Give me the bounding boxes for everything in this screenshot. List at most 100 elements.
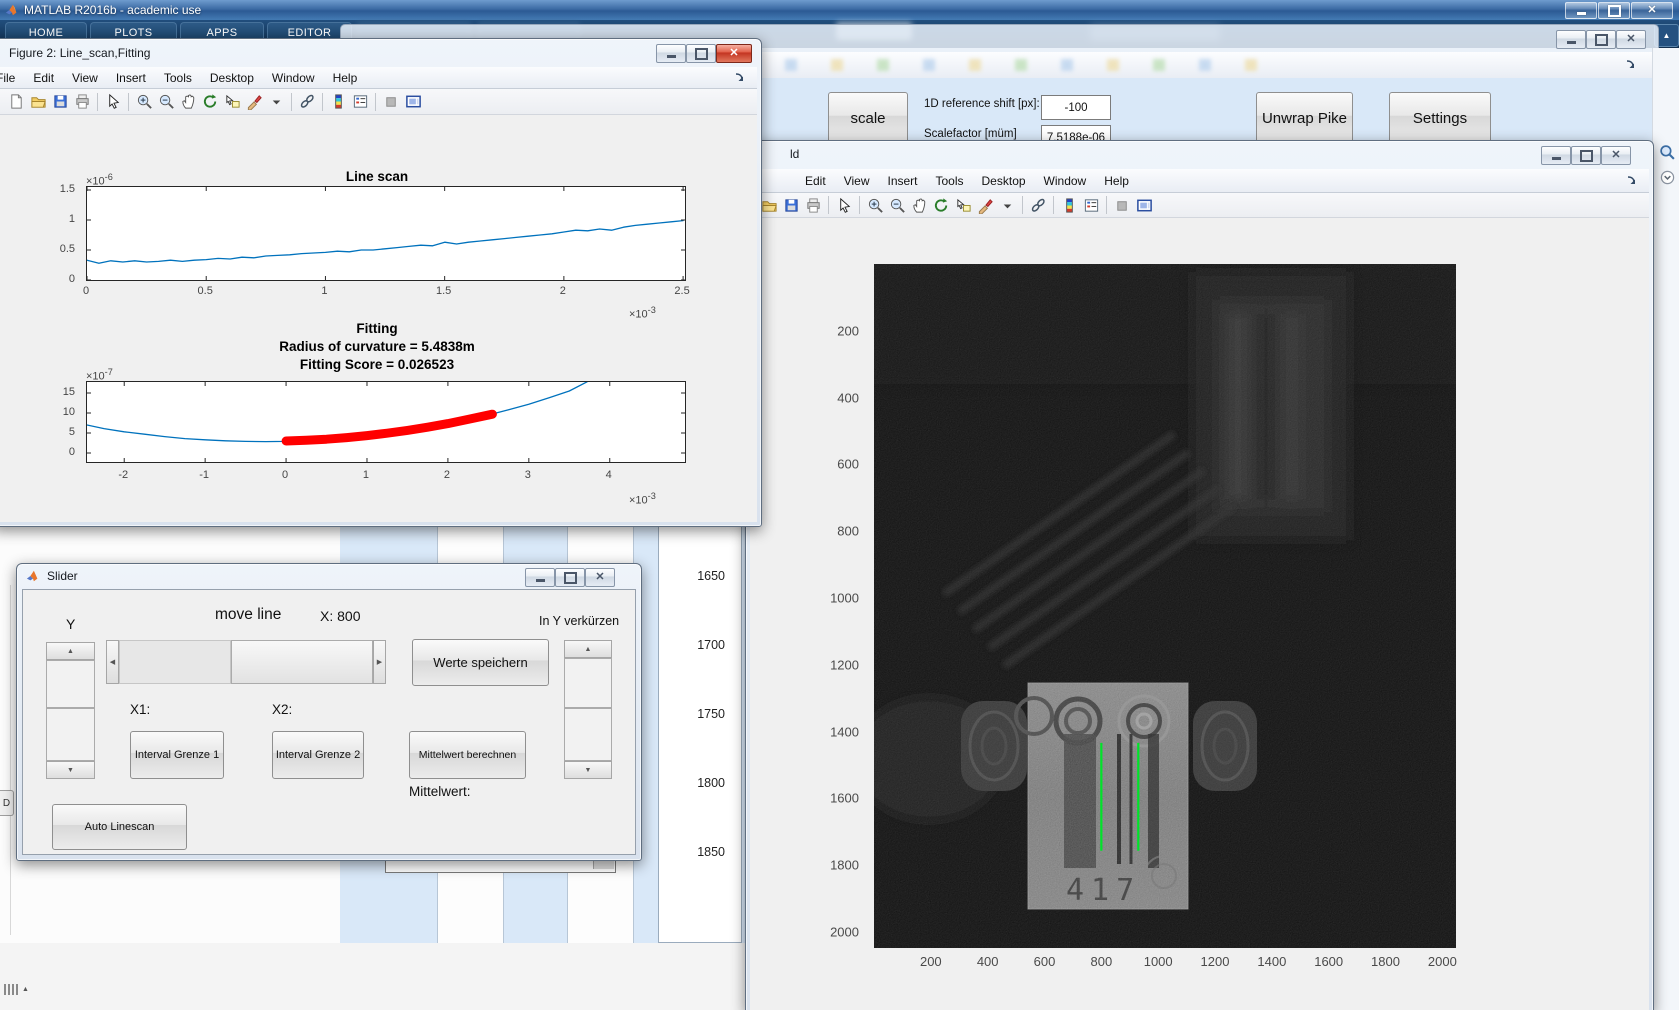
- restore-button[interactable]: [1571, 146, 1601, 165]
- plot-tools-show-icon[interactable]: [402, 92, 424, 112]
- phase-image[interactable]: 417: [874, 264, 1456, 948]
- statusbar-grip[interactable]: ▲: [4, 983, 29, 996]
- figure2-window: Figure 2: Line_scan,Fitting ✕ FileEditVi…: [0, 38, 762, 527]
- slider-down-button[interactable]: ▼: [564, 761, 612, 779]
- restore-button[interactable]: [1586, 30, 1616, 49]
- menu-item[interactable]: Edit: [796, 174, 835, 188]
- print-figure-icon[interactable]: [71, 92, 93, 112]
- move-line-slider[interactable]: ◀ ▶: [106, 640, 388, 684]
- calc-mean-button[interactable]: Mittelwert berechnen: [409, 731, 526, 779]
- y-slider-right[interactable]: ▲ ▼: [564, 640, 612, 779]
- open-file-icon[interactable]: [27, 92, 49, 112]
- close-button[interactable]: ✕: [1616, 30, 1646, 49]
- menu-item[interactable]: Tools: [927, 174, 973, 188]
- search-icon[interactable]: [1659, 144, 1676, 161]
- ref-shift-field[interactable]: -100: [1041, 95, 1111, 120]
- menu-item[interactable]: Window: [1035, 174, 1096, 188]
- close-button[interactable]: ✕: [716, 44, 752, 63]
- link-plots-icon[interactable]: [1027, 195, 1049, 215]
- menu-item[interactable]: File: [0, 71, 24, 85]
- interval-limit1-button[interactable]: Interval Grenze 1: [130, 731, 224, 779]
- pointer-icon[interactable]: [102, 92, 124, 112]
- menu-item[interactable]: View: [63, 71, 107, 85]
- save-values-button[interactable]: Werte speichern: [412, 639, 549, 686]
- slider-thumb[interactable]: [231, 640, 373, 684]
- menu-item[interactable]: Window: [263, 71, 324, 85]
- pointer-icon[interactable]: [833, 195, 855, 215]
- minimize-button[interactable]: [525, 568, 555, 587]
- menu-item[interactable]: Help: [324, 71, 367, 85]
- pan-hand-icon[interactable]: [908, 195, 930, 215]
- interval-limit2-button[interactable]: Interval Grenze 2: [272, 731, 364, 779]
- fitting-plot[interactable]: Fitting Radius of curvature = 5.4838m Fi…: [0, 115, 757, 522]
- brush-data-icon[interactable]: [974, 195, 996, 215]
- close-button[interactable]: ✕: [585, 568, 615, 587]
- menu-item[interactable]: Desktop: [201, 71, 263, 85]
- minimize-button[interactable]: [1556, 30, 1586, 49]
- slider-track[interactable]: [119, 640, 231, 684]
- zoom-out-icon[interactable]: [155, 92, 177, 112]
- dock-arrow-icon[interactable]: [734, 72, 745, 83]
- data-cursor-icon[interactable]: [221, 92, 243, 112]
- new-figure-icon[interactable]: [5, 92, 27, 112]
- dropdown-arrow-icon[interactable]: [996, 195, 1018, 215]
- circled-chevron-down-icon[interactable]: [1660, 170, 1675, 185]
- menu-item[interactable]: View: [835, 174, 879, 188]
- slider-track[interactable]: [46, 708, 95, 761]
- settings-button[interactable]: Settings: [1389, 92, 1491, 144]
- restore-button[interactable]: [1598, 2, 1630, 19]
- scale-button[interactable]: scale: [828, 92, 908, 144]
- slider-right-button[interactable]: ▶: [373, 640, 386, 684]
- save-figure-icon[interactable]: [780, 195, 802, 215]
- zoom-in-icon[interactable]: [133, 92, 155, 112]
- menu-item[interactable]: Insert: [107, 71, 155, 85]
- insert-legend-icon[interactable]: [1080, 195, 1102, 215]
- x-tick-label: 4: [605, 469, 612, 481]
- dock-arrow-icon[interactable]: [1625, 59, 1636, 70]
- unwrap-pike-button[interactable]: Unwrap Pike: [1256, 92, 1353, 144]
- dock-arrow-icon[interactable]: [1626, 175, 1637, 186]
- insert-colorbar-icon[interactable]: [327, 92, 349, 112]
- print-figure-icon[interactable]: [802, 195, 824, 215]
- slider-up-button[interactable]: ▲: [564, 640, 612, 658]
- rotate-3d-icon[interactable]: [930, 195, 952, 215]
- menu-item[interactable]: Desktop: [973, 174, 1035, 188]
- plot-tools-show-icon[interactable]: [1133, 195, 1155, 215]
- zoom-in-icon[interactable]: [864, 195, 886, 215]
- slider-track[interactable]: [564, 708, 612, 761]
- rotate-3d-icon[interactable]: [199, 92, 221, 112]
- zoom-out-icon[interactable]: [886, 195, 908, 215]
- y-tick-label: 1600: [830, 790, 859, 806]
- insert-legend-icon[interactable]: [349, 92, 371, 112]
- auto-linescan-button[interactable]: Auto Linescan: [52, 804, 187, 850]
- save-figure-icon[interactable]: [49, 92, 71, 112]
- figure-right-window-controls: ✕: [1541, 146, 1631, 165]
- slider-up-button[interactable]: ▲: [46, 642, 95, 660]
- restore-button[interactable]: [555, 568, 585, 587]
- plot-tools-hide-icon[interactable]: [1111, 195, 1133, 215]
- minimize-button[interactable]: [1565, 2, 1597, 19]
- dropdown-arrow-icon[interactable]: [265, 92, 287, 112]
- slider-thumb[interactable]: [46, 660, 95, 708]
- value-listbox[interactable]: 1650 1700 1750 1800 1850: [658, 520, 742, 943]
- docked-panel-tab[interactable]: D: [0, 790, 14, 816]
- minimize-button[interactable]: [1541, 146, 1571, 165]
- menu-item[interactable]: Help: [1095, 174, 1138, 188]
- restore-button[interactable]: [686, 44, 716, 63]
- menu-item[interactable]: Insert: [878, 174, 926, 188]
- brush-data-icon[interactable]: [243, 92, 265, 112]
- link-plots-icon[interactable]: [296, 92, 318, 112]
- slider-left-button[interactable]: ◀: [106, 640, 119, 684]
- plot-tools-hide-icon[interactable]: [380, 92, 402, 112]
- insert-colorbar-icon[interactable]: [1058, 195, 1080, 215]
- close-button[interactable]: ✕: [1631, 2, 1673, 19]
- menu-item[interactable]: Tools: [155, 71, 201, 85]
- menu-item[interactable]: Edit: [24, 71, 63, 85]
- slider-down-button[interactable]: ▼: [46, 761, 95, 779]
- close-button[interactable]: ✕: [1601, 146, 1631, 165]
- slider-thumb[interactable]: [564, 658, 612, 708]
- data-cursor-icon[interactable]: [952, 195, 974, 215]
- pan-hand-icon[interactable]: [177, 92, 199, 112]
- y-slider-left[interactable]: ▲ ▼: [46, 642, 95, 779]
- minimize-button[interactable]: [656, 44, 686, 63]
